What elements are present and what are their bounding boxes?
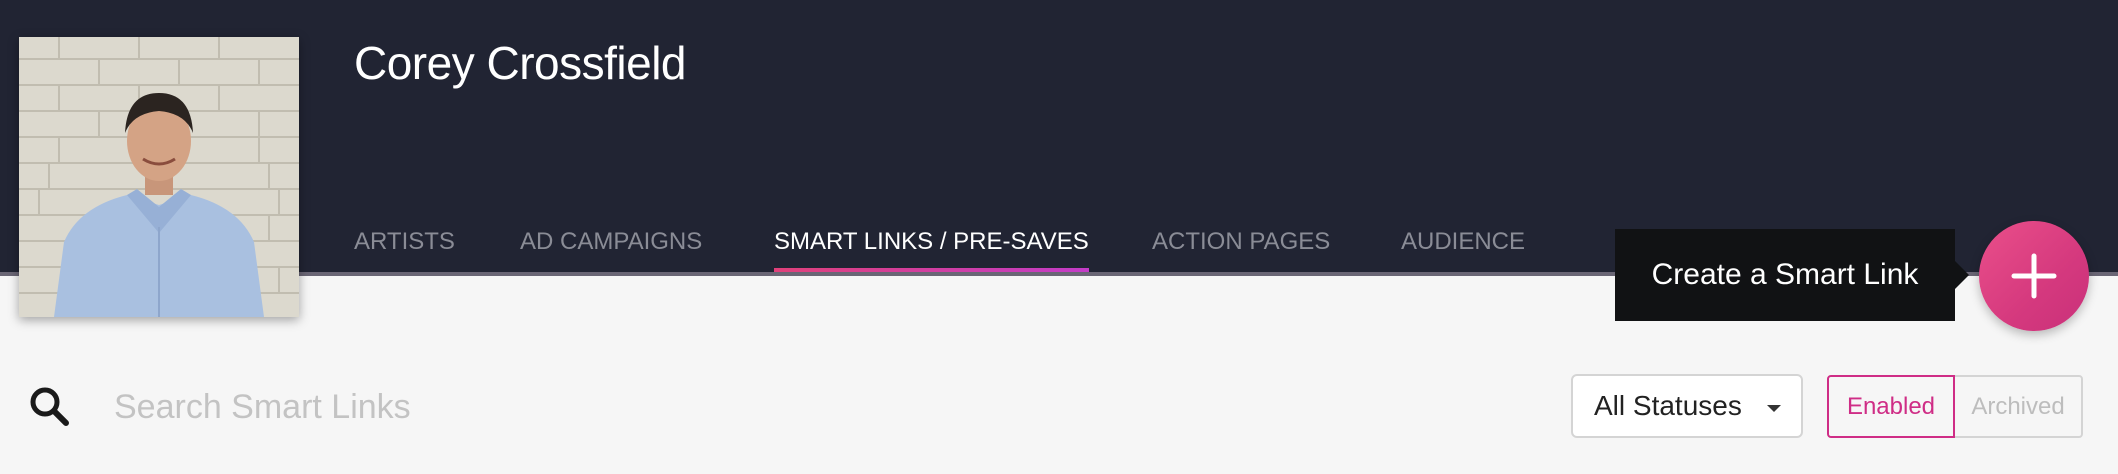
tab-action-pages[interactable]: ACTION PAGES xyxy=(1152,228,1330,272)
status-filter-value: All Statuses xyxy=(1594,390,1742,421)
tab-artists[interactable]: ARTISTS xyxy=(354,228,455,272)
tab-smart-links[interactable]: SMART LINKS / PRE-SAVES xyxy=(774,228,1089,272)
enabled-toggle-button[interactable]: Enabled xyxy=(1827,375,1955,438)
tab-audience[interactable]: AUDIENCE xyxy=(1401,228,1525,272)
artist-avatar[interactable] xyxy=(19,37,299,317)
artist-name: Corey Crossfield xyxy=(354,37,687,89)
search-icon xyxy=(28,385,70,427)
plus-icon xyxy=(2011,253,2057,299)
create-smart-link-tooltip: Create a Smart Link xyxy=(1615,229,1969,321)
artist-photo xyxy=(19,37,299,317)
tab-ad-campaigns[interactable]: AD CAMPAIGNS xyxy=(520,228,702,272)
create-smart-link-button[interactable] xyxy=(1979,221,2089,331)
archived-toggle-button[interactable]: Archived xyxy=(1953,375,2083,438)
search-input[interactable] xyxy=(112,378,1116,436)
chevron-down-icon xyxy=(1767,405,1781,412)
status-filter-select[interactable]: All Statuses xyxy=(1571,374,1803,438)
